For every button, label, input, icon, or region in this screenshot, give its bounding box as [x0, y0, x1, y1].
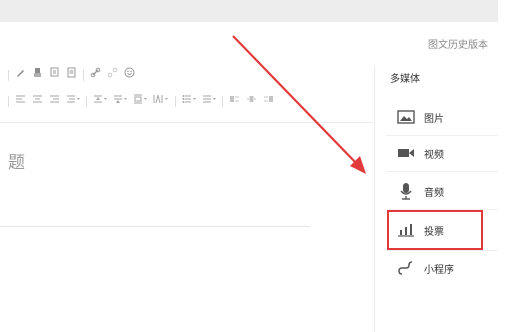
annotation-arrow [232, 35, 366, 174]
